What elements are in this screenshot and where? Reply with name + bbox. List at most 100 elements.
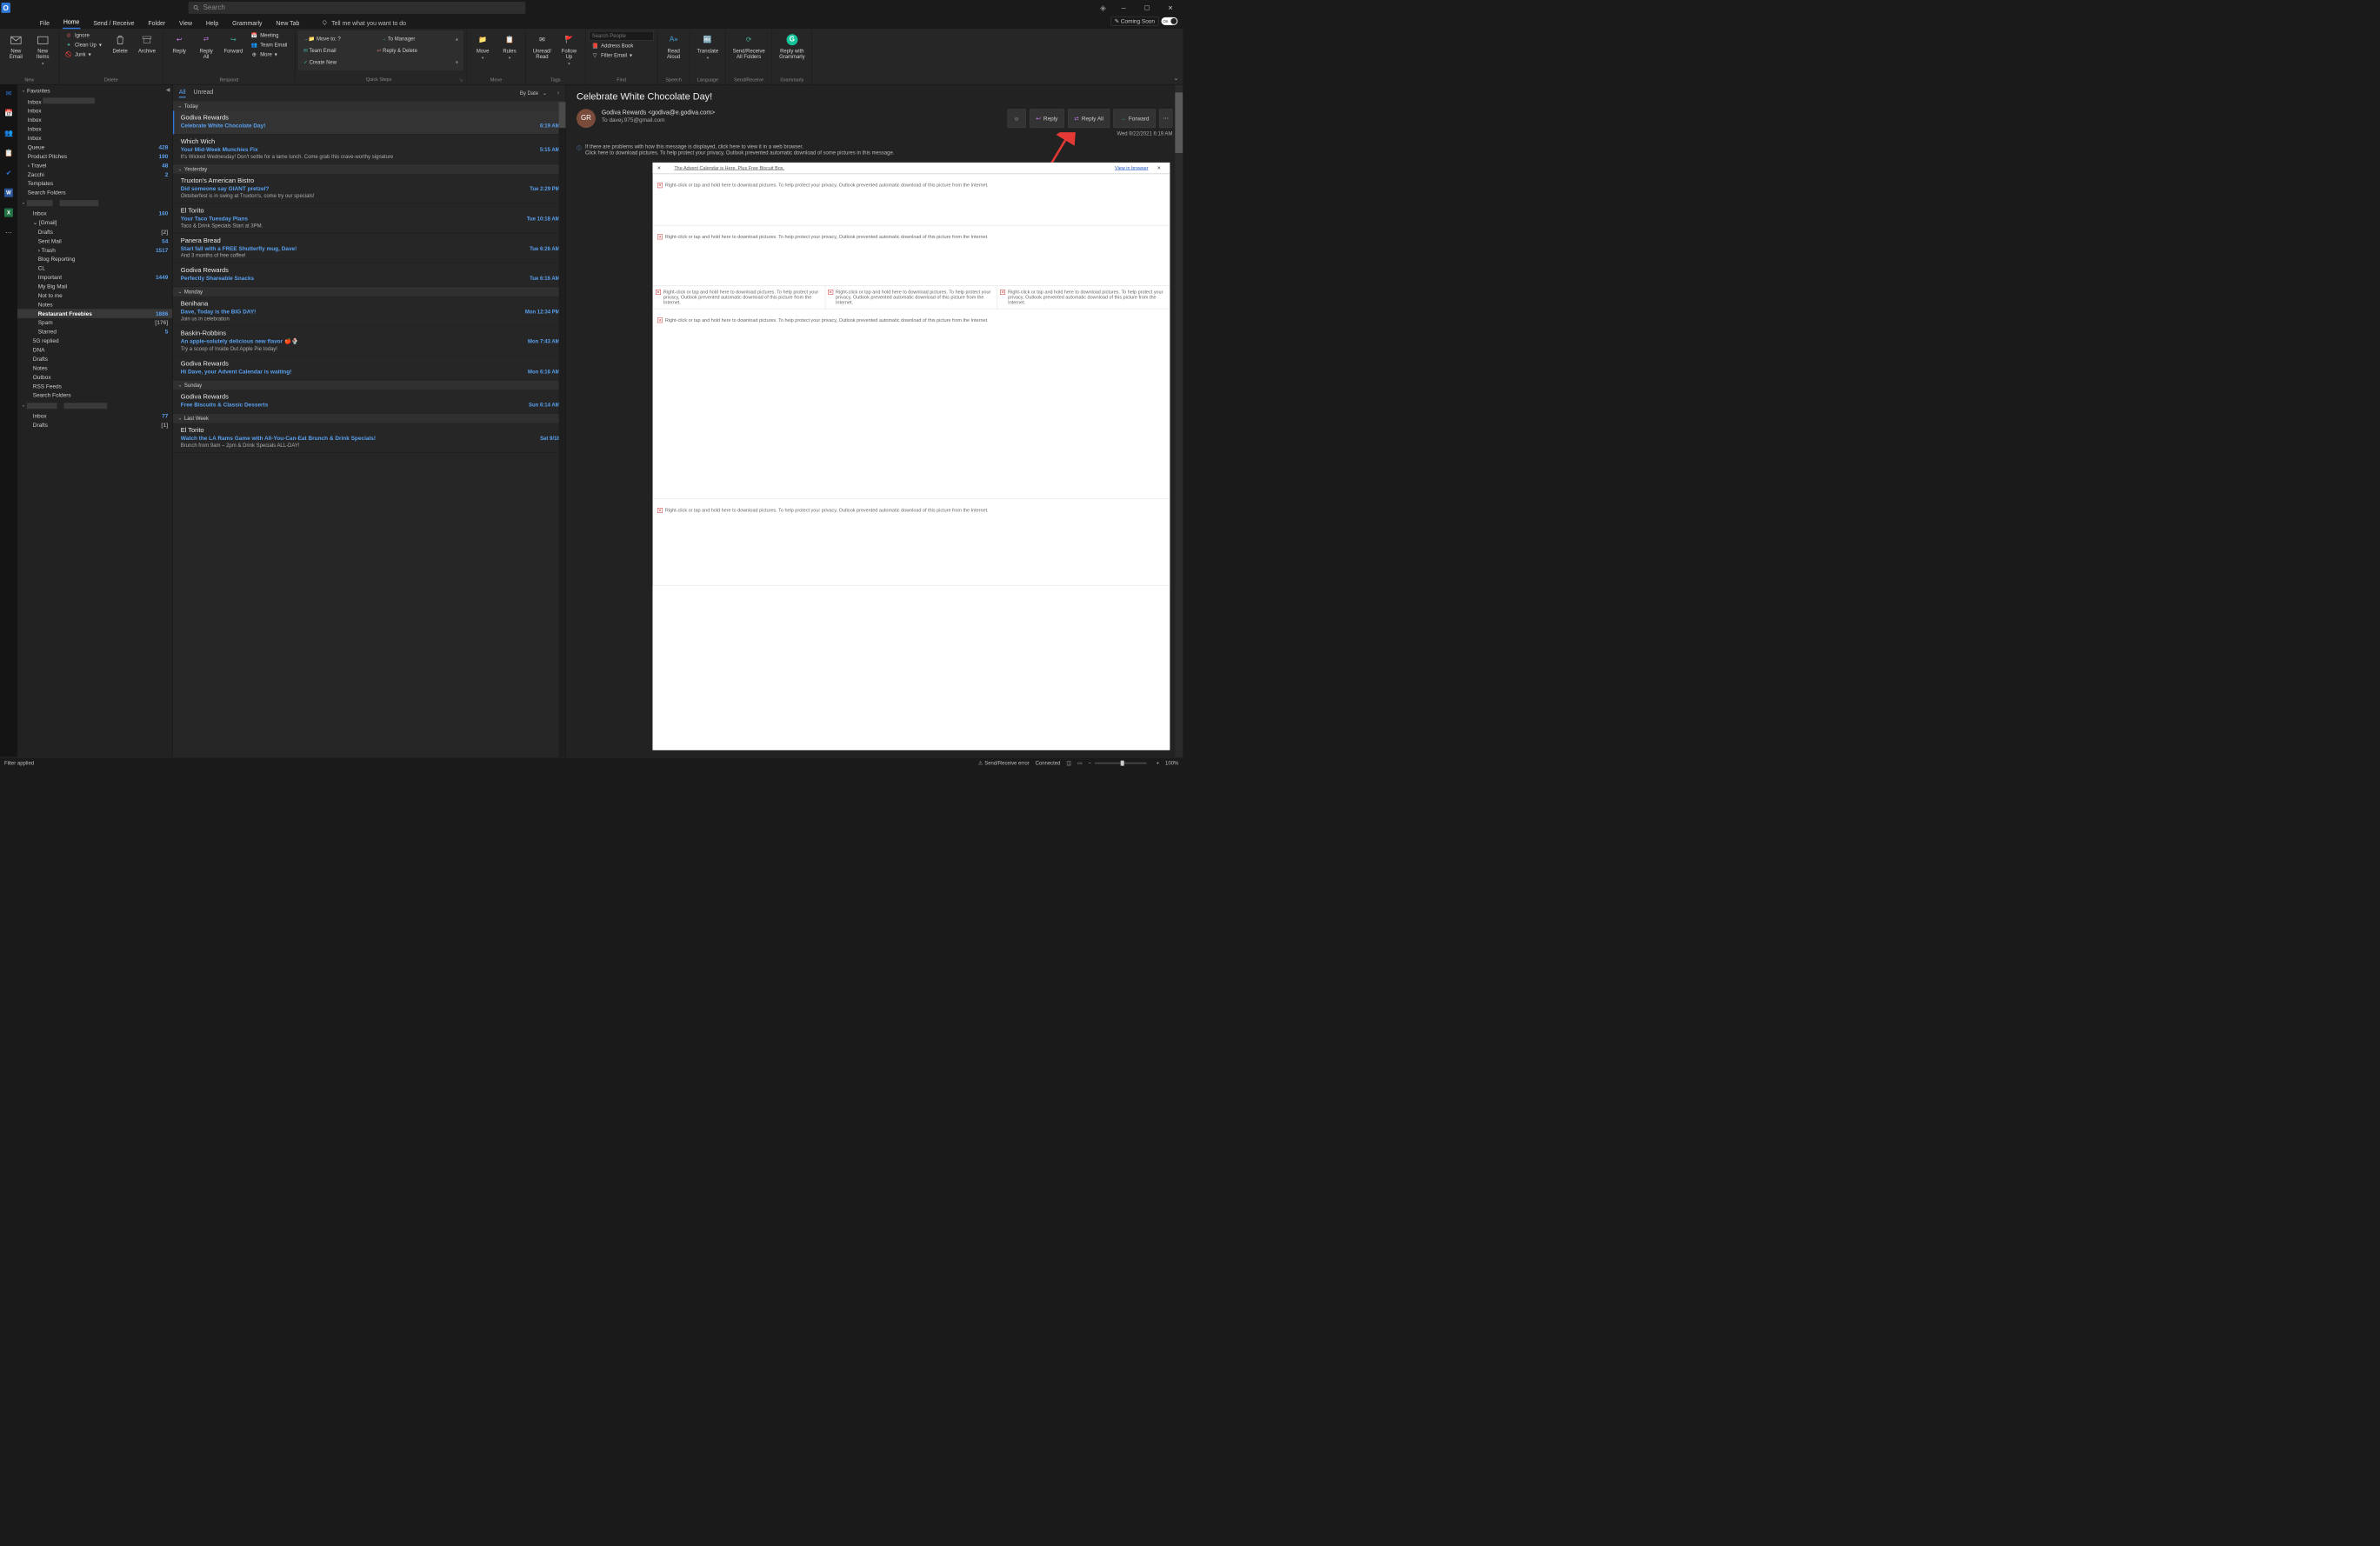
view-normal-button[interactable]: ◫ (1066, 760, 1071, 766)
account-header-2[interactable]: ⌄ (17, 400, 172, 411)
nav-restaurant-freebies[interactable]: Restaurant Freebies1886 (17, 309, 172, 317)
search-people-input[interactable] (589, 31, 654, 41)
new-items-button[interactable]: New Items ▾ (30, 31, 56, 68)
nav-inbox-fav[interactable]: Inbox (17, 106, 172, 115)
filter-applied-status[interactable]: Filter applied (4, 760, 34, 766)
collapse-nav-button[interactable]: ◀ (166, 86, 170, 92)
nav-travel[interactable]: › Travel48 (17, 161, 172, 170)
message-item[interactable]: BenihanaDave, Today is the BIG DAY!Mon 1… (173, 297, 566, 326)
filter-email-button[interactable]: ▽Filter Email ▾ (589, 51, 654, 60)
nav-zacchi[interactable]: Zacchi2 (17, 170, 172, 178)
new-email-button[interactable]: New Email (3, 31, 29, 62)
send-receive-error[interactable]: ⚠Send/Receive error (978, 760, 1030, 766)
message-body[interactable]: ✕ The Advent Calendar is Here. Plus Free… (652, 163, 1170, 750)
tasks-rail-icon[interactable]: 📋 (3, 148, 14, 158)
nav-inbox-fav[interactable]: Inbox (17, 124, 172, 133)
reading-more-button[interactable]: ⋯ (1159, 109, 1172, 128)
more-respond-button[interactable]: ⊕More ▾ (248, 50, 291, 59)
nav-spam[interactable]: Spam[176] (17, 318, 172, 327)
translate-button[interactable]: 🔤Translate▾ (694, 31, 723, 63)
tab-folder[interactable]: Folder (147, 17, 166, 29)
nav-inbox-fav[interactable]: Inbox (17, 116, 172, 124)
nav-rss-feeds[interactable]: RSS Feeds (17, 382, 172, 390)
coming-soon-button[interactable]: ✎ Coming Soon (1110, 17, 1158, 26)
message-item[interactable]: Truxton's American BistroDid someone say… (173, 174, 566, 203)
msg-group-header[interactable]: ⌄ Today (173, 101, 566, 110)
search-box[interactable]: Search (189, 2, 526, 14)
people-rail-icon[interactable]: 👥 (3, 128, 14, 138)
message-item[interactable]: Godiva RewardsCelebrate White Chocolate … (173, 110, 566, 134)
msglist-tab-unread[interactable]: Unread (193, 88, 213, 97)
info-bar[interactable]: ⓘ If there are problems with how this me… (566, 140, 1183, 159)
coming-soon-toggle[interactable]: On (1161, 17, 1177, 25)
address-book-button[interactable]: 📕Address Book (589, 42, 654, 50)
nav-my-big-mail[interactable]: My Big Mail (17, 282, 172, 290)
close-button[interactable]: ✕ (1160, 0, 1180, 16)
read-aloud-button[interactable]: A»Read Aloud (661, 31, 686, 62)
tab-view[interactable]: View (178, 17, 193, 29)
reading-forward-button[interactable]: →Forward (1113, 109, 1156, 128)
zoom-in-button[interactable]: + (1157, 760, 1159, 766)
tab-help[interactable]: Help (205, 17, 219, 29)
nav-gmail[interactable]: ⌄ [Gmail] (17, 217, 172, 227)
reply-all-button[interactable]: ⮂Reply All (194, 31, 219, 62)
delete-button[interactable]: Delete (108, 31, 133, 56)
reading-reply-button[interactable]: ↩Reply (1030, 109, 1064, 128)
nav-outbox[interactable]: Outbox (17, 372, 172, 381)
todo-rail-icon[interactable]: ✔ (3, 168, 14, 178)
calendar-rail-icon[interactable]: 📅 (3, 108, 14, 118)
sort-direction-icon[interactable]: ↑ (557, 90, 560, 96)
send-receive-all-button[interactable]: ⟳Send/Receive All Folders (730, 31, 769, 62)
reply-with-grammarly-button[interactable]: GReply with Grammarly (776, 31, 808, 62)
tell-me-box[interactable]: Tell me what you want to do (321, 19, 406, 29)
quick-steps-gallery[interactable]: →📁 Move to: ?→ To Manager▴ ✉ Team Email↩… (298, 31, 463, 70)
meeting-button[interactable]: 📅Meeting (248, 31, 291, 40)
nav-inbox-2[interactable]: Inbox160 (17, 209, 172, 217)
tab-send-receive[interactable]: Send / Receive (92, 17, 135, 29)
nav-drafts-2[interactable]: Drafts (17, 355, 172, 363)
nav-sent-mail[interactable]: Sent Mail54 (17, 237, 172, 245)
message-item[interactable]: Godiva RewardsFree Biscuits & Classic De… (173, 390, 566, 413)
message-item[interactable]: Which WichYour Mid-Week Munchies Fix5:15… (173, 135, 566, 164)
msglist-scrollbar[interactable] (559, 102, 566, 756)
nav-drafts[interactable]: Drafts[2] (17, 227, 172, 236)
excel-rail-icon[interactable]: X (3, 208, 14, 218)
junk-button[interactable]: 🚫Junk ▾ (63, 50, 106, 59)
msglist-tab-all[interactable]: All (179, 88, 186, 97)
minimize-button[interactable]: ─ (1114, 0, 1134, 16)
team-email-button[interactable]: 👥Team Email (248, 41, 291, 50)
zoom-level[interactable]: 100% (1165, 760, 1178, 766)
msg-group-header[interactable]: ⌄ Yesterday (173, 164, 566, 174)
message-item[interactable]: Godiva RewardsPerfectly Shareable Snacks… (173, 263, 566, 287)
message-item[interactable]: El ToritoWatch the LA Rams Game with All… (173, 423, 566, 453)
tab-grammarly[interactable]: Grammarly (231, 17, 263, 29)
nav-dna[interactable]: DNA (17, 345, 172, 354)
zoom-out-button[interactable]: − (1089, 760, 1091, 766)
ribbon-collapse-button[interactable]: ⌄ (1173, 74, 1178, 81)
nav-cl[interactable]: CL (17, 263, 172, 272)
advent-link[interactable]: The Advent Calendar is Here. Plus Free B… (670, 163, 1088, 173)
message-item[interactable]: Baskin-RobbinsAn apple-solutely deliciou… (173, 326, 566, 357)
message-item[interactable]: Panera BreadStart fall with a FREE Shutt… (173, 233, 566, 263)
tab-new-tab[interactable]: New Tab (275, 17, 300, 29)
archive-button[interactable]: Archive (135, 31, 160, 56)
mail-rail-icon[interactable]: ✉ (3, 88, 14, 98)
nav-inbox-fav[interactable]: Inbox (17, 97, 172, 106)
sort-by-date[interactable]: By Date ⌄ ↑ (520, 90, 560, 96)
view-in-browser-link[interactable]: View in browser (1088, 163, 1153, 173)
tab-home[interactable]: Home (63, 16, 81, 29)
nav-starred[interactable]: Starred5 (17, 327, 172, 336)
nav-notes-2[interactable]: Notes (17, 363, 172, 372)
nav-not-to-me[interactable]: Not to me (17, 290, 172, 299)
ignore-button[interactable]: ⊘Ignore (63, 31, 106, 40)
nav-notes[interactable]: Notes (17, 300, 172, 309)
nav-trash[interactable]: › Trash1517 (17, 245, 172, 254)
nav-blog-reporting[interactable]: Blog Reporting (17, 255, 172, 263)
message-item[interactable]: El ToritoYour Taco Tuesday PlansTue 10:1… (173, 203, 566, 233)
word-rail-icon[interactable]: W (3, 188, 14, 198)
nav-queue[interactable]: Queue428 (17, 143, 172, 151)
rules-button[interactable]: 📋Rules▾ (497, 31, 523, 63)
follow-up-button[interactable]: 🚩Follow Up▾ (557, 31, 582, 68)
nav-search-folders[interactable]: Search Folders (17, 188, 172, 197)
move-button[interactable]: 📁Move▾ (470, 31, 496, 63)
